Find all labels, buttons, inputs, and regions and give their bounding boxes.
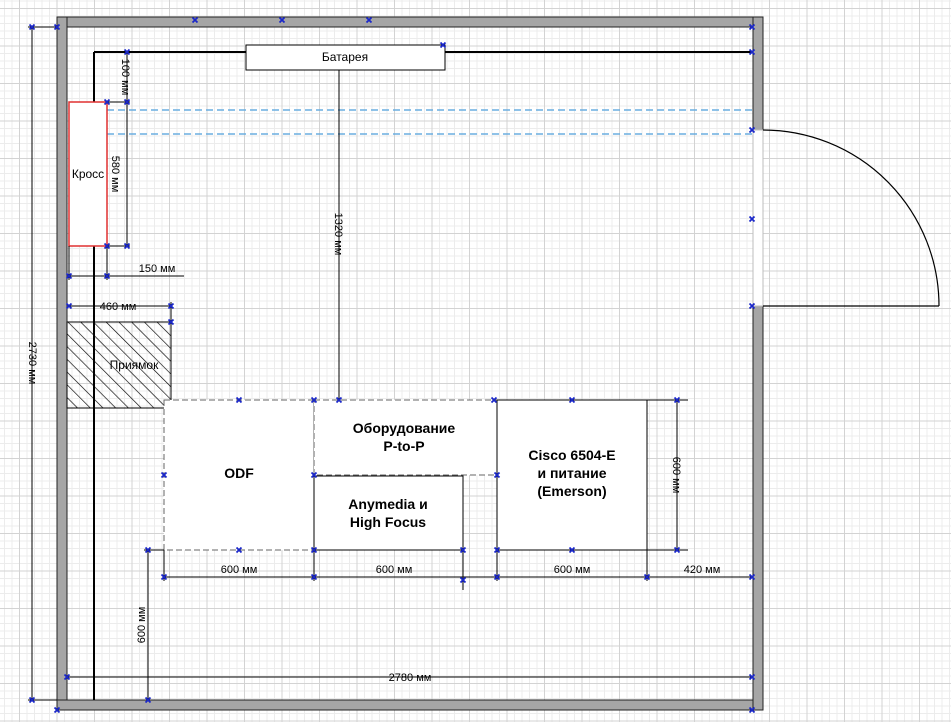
door-swing-arc xyxy=(762,129,940,307)
floor-plan-canvas: Батарея Кросс Приямок ODF Оборудование P… xyxy=(0,0,951,722)
dim-420-label: 420 мм xyxy=(684,564,721,576)
dim-2780-label: 2780 мм xyxy=(389,672,432,684)
dim-2730-label: 2730 мм xyxy=(26,342,38,385)
wall-right-lower xyxy=(752,305,764,711)
cisco-label-line1: Cisco 6504-E xyxy=(528,447,615,463)
floor-plan: Батарея Кросс Приямок ODF Оборудование P… xyxy=(26,16,940,714)
pit-label: Приямок xyxy=(110,358,159,372)
dim-600-depth-label: 600 мм xyxy=(670,457,682,494)
battery-label: Батарея xyxy=(322,50,368,64)
cross[interactable]: Кросс xyxy=(68,101,108,247)
dim-600-cisco-label: 600 мм xyxy=(554,564,591,576)
cisco-label-line3: (Emerson) xyxy=(537,483,606,499)
wall-left xyxy=(56,16,68,711)
cisco-equipment[interactable]: Cisco 6504-E и питание (Emerson) xyxy=(496,399,648,551)
inner-lines xyxy=(93,51,753,700)
cross-label: Кросс xyxy=(72,167,104,181)
wall-right-upper xyxy=(752,16,764,131)
wall-top xyxy=(56,16,764,28)
door xyxy=(752,129,940,307)
door-opening xyxy=(752,129,764,307)
dim-600-anymedia-label: 600 мм xyxy=(376,564,413,576)
anymedia-box[interactable] xyxy=(313,475,464,551)
dim-460-label: 460 мм xyxy=(100,301,137,313)
cisco-label-line2: и питание xyxy=(537,465,606,481)
dim-100-label: 100 мм xyxy=(119,59,131,96)
odf[interactable]: ODF xyxy=(163,399,315,551)
cable-tray xyxy=(107,109,753,135)
ptp-label-line2: P-to-P xyxy=(383,438,424,454)
anymedia-equipment[interactable]: Anymedia и High Focus xyxy=(313,475,464,551)
ptp-label-line1: Оборудование xyxy=(353,420,456,436)
dim-1320-label: 1320 мм xyxy=(332,213,344,256)
anymedia-label-line1: Anymedia и xyxy=(348,496,427,512)
battery[interactable]: Батарея xyxy=(245,44,446,71)
pit[interactable]: Приямок xyxy=(66,321,172,409)
ptp-equipment[interactable]: Оборудование P-to-P xyxy=(313,399,498,476)
dim-580-label: 580 мм xyxy=(109,156,121,193)
wall-bottom xyxy=(56,699,764,711)
odf-label: ODF xyxy=(224,465,254,481)
dim-150-label: 150 мм xyxy=(139,263,176,275)
anymedia-label-line2: High Focus xyxy=(350,514,426,530)
dim-600-odf-label: 600 мм xyxy=(221,564,258,576)
dim-600-left-label: 600 мм xyxy=(136,607,148,644)
